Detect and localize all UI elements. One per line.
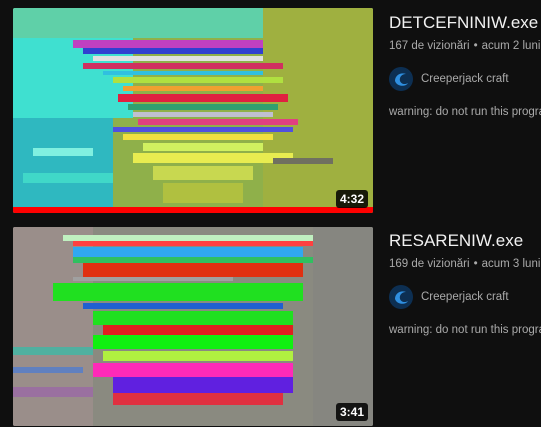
upload-age: acum 3 luni: [481, 258, 541, 270]
video-duration: 4:32: [335, 190, 368, 208]
view-count: 169 de vizionări: [389, 258, 470, 270]
channel-name[interactable]: Creeperjack craft: [421, 73, 509, 85]
channel-name[interactable]: Creeperjack craft: [421, 291, 509, 303]
video-duration: 3:41: [335, 403, 368, 421]
channel-link[interactable]: Creeperjack craft: [389, 65, 509, 93]
view-count: 167 de vizionări: [389, 40, 470, 52]
watched-progress-bar: [13, 207, 373, 213]
separator: •: [473, 258, 478, 270]
video-result[interactable]: 3:41 RESARENIW.exe 169 de vizionări • acum…: [0, 222, 541, 427]
video-description-snippet: warning: do not run this program on real…: [389, 106, 541, 118]
video-description-snippet: warning: do not run this program on real…: [389, 324, 541, 336]
channel-avatar-icon[interactable]: [389, 285, 413, 309]
video-metadata: 167 de vizionări • acum 2 luni: [389, 38, 540, 54]
glitch-thumbnail-image: [13, 8, 373, 213]
video-metadata: 169 de vizionări • acum 3 luni: [389, 256, 540, 272]
channel-avatar-icon[interactable]: [389, 67, 413, 91]
separator: •: [473, 40, 478, 52]
video-result[interactable]: 4:32 DETCEFNINIW.exe 167 de vizionări • ac…: [0, 4, 541, 213]
video-title[interactable]: RESARENIW.exe: [389, 230, 523, 252]
video-title[interactable]: DETCEFNINIW.exe: [389, 12, 538, 34]
upload-age: acum 2 luni: [481, 40, 541, 52]
channel-link[interactable]: Creeperjack craft: [389, 283, 509, 311]
glitch-thumbnail-image: [13, 227, 373, 426]
video-details[interactable]: RESARENIW.exe 169 de vizionări • acum 3 lu…: [389, 222, 541, 427]
video-thumbnail[interactable]: 3:41: [13, 227, 373, 426]
video-details[interactable]: DETCEFNINIW.exe 167 de vizionări • acum 2 …: [389, 4, 541, 209]
video-thumbnail[interactable]: 4:32: [13, 8, 373, 213]
